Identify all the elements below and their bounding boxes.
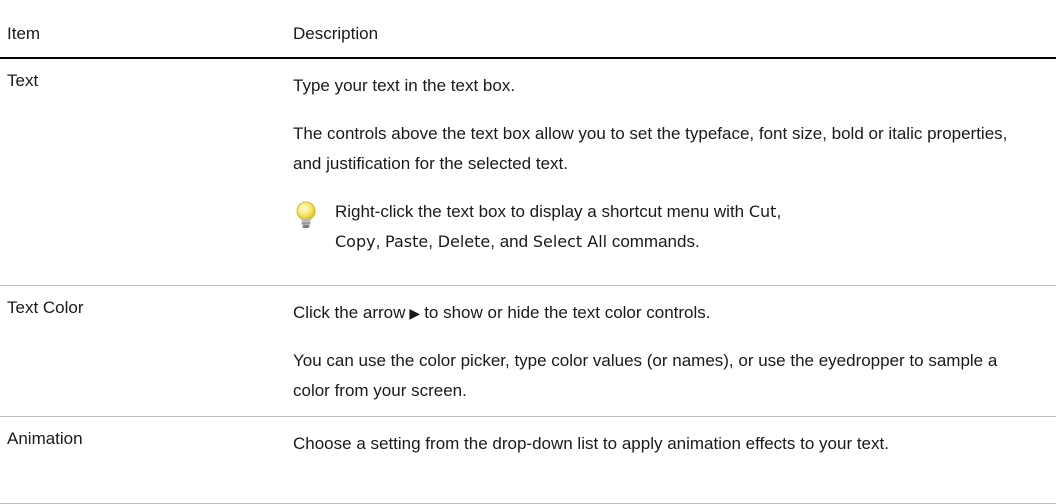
table-row-text: Text Type your text in the text box. The…	[0, 59, 1056, 286]
item-animation: Animation	[7, 429, 83, 448]
item-text: Text	[7, 71, 39, 90]
text-desc-p2: The controls above the text box allow yo…	[293, 124, 1008, 173]
tip-text-3: ,	[375, 232, 386, 251]
text-color-p1-a: Click the arrow	[293, 303, 406, 322]
tip-text-5: , and	[490, 232, 533, 251]
cmd-delete: Delete	[437, 232, 491, 251]
item-text-color: Text Color	[7, 298, 84, 317]
table-row-animation: Animation Choose a setting from the drop…	[0, 417, 1056, 504]
cmd-paste: Paste	[385, 232, 429, 251]
header-description: Description	[293, 23, 379, 43]
text-color-desc-p2: You can use the color picker, type color…	[293, 351, 998, 400]
cmd-select-all: Select All	[532, 232, 608, 251]
cmd-cut: Cut	[748, 202, 777, 221]
text-desc-p1: Type your text in the text box.	[293, 76, 516, 95]
lightbulb-icon	[293, 197, 335, 236]
table-header-row: Item Description	[0, 10, 1056, 59]
tip-text: Right-click the text box to display a sh…	[335, 197, 1008, 257]
description-table: Item Description Text Type your text in …	[0, 10, 1056, 504]
arrow-right-icon: ▶	[409, 305, 421, 321]
tip-text-2: ,	[776, 202, 782, 221]
cmd-copy: Copy	[335, 232, 376, 251]
tip-note: Right-click the text box to display a sh…	[293, 197, 1008, 275]
table-row-text-color: Text Color Click the arrow ▶ to show or hi…	[0, 286, 1056, 417]
text-color-p1-b: to show or hide the text color controls.	[424, 303, 711, 322]
animation-desc-p1: Choose a setting from the drop-down list…	[293, 434, 889, 453]
tip-text-6: commands.	[607, 232, 700, 251]
tip-text-1: Right-click the text box to display a sh…	[335, 202, 749, 221]
tip-text-4: ,	[428, 232, 438, 251]
header-item: Item	[7, 23, 41, 43]
text-color-desc-p1: Click the arrow ▶ to show or hide the text…	[293, 298, 1008, 328]
